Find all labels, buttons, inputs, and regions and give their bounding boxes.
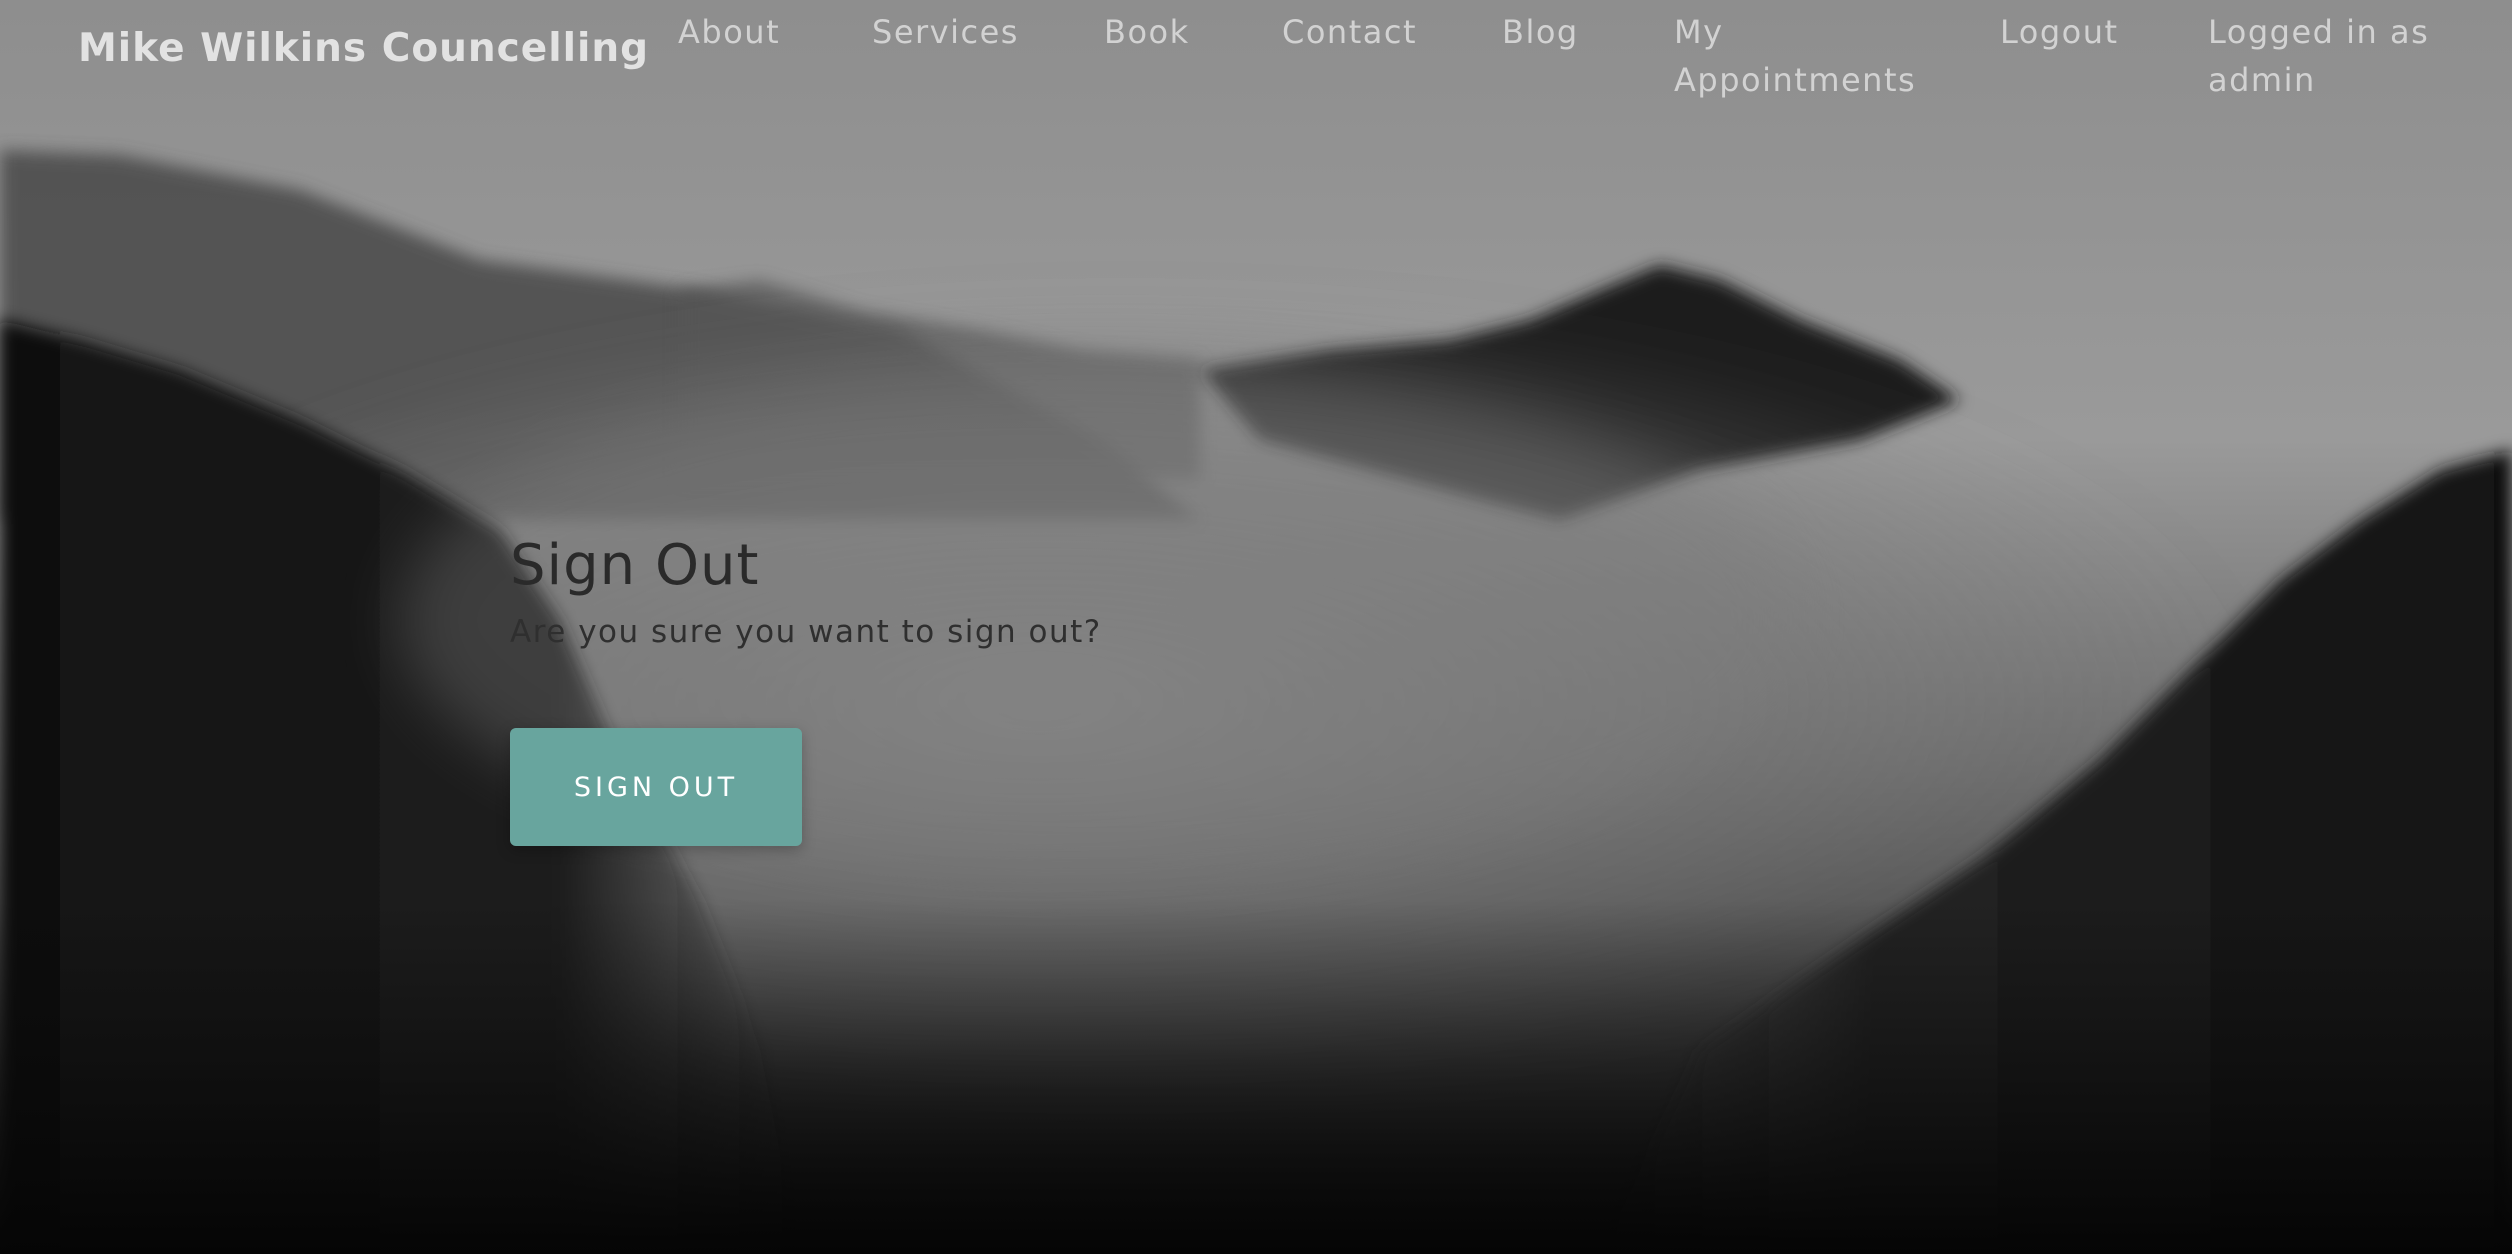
page: Mike Wilkins Councelling About Services … xyxy=(0,0,2512,1254)
sign-out-confirmation-text: Are you sure you want to sign out? xyxy=(510,614,1102,650)
nav-link-about[interactable]: About xyxy=(678,8,808,56)
sign-out-button[interactable]: SIGN OUT xyxy=(510,728,802,846)
nav-link-services[interactable]: Services xyxy=(872,8,1042,56)
nav-link-contact[interactable]: Contact xyxy=(1282,8,1442,56)
nav-link-my-appointments[interactable]: My Appointments xyxy=(1674,8,1924,104)
brand-logo-link[interactable]: Mike Wilkins Councelling xyxy=(78,26,649,71)
sign-out-panel: Sign Out Are you sure you want to sign o… xyxy=(510,530,1410,846)
nav-link-book[interactable]: Book xyxy=(1104,8,1214,56)
nav-link-logout[interactable]: Logout xyxy=(2000,8,2150,56)
logged-in-status: Logged in as admin xyxy=(2208,13,2430,99)
nav-link-blog[interactable]: Blog xyxy=(1502,8,1612,56)
top-navbar: Mike Wilkins Councelling About Services … xyxy=(0,0,2512,110)
page-title: Sign Out xyxy=(510,533,760,598)
